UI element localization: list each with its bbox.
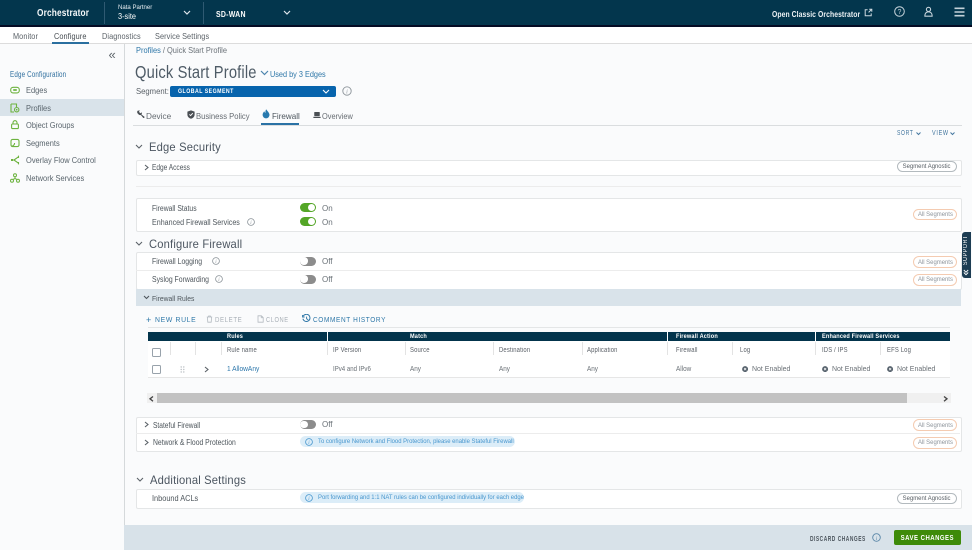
svg-text:?: ? xyxy=(897,9,901,16)
svg-text:i: i xyxy=(346,89,348,95)
